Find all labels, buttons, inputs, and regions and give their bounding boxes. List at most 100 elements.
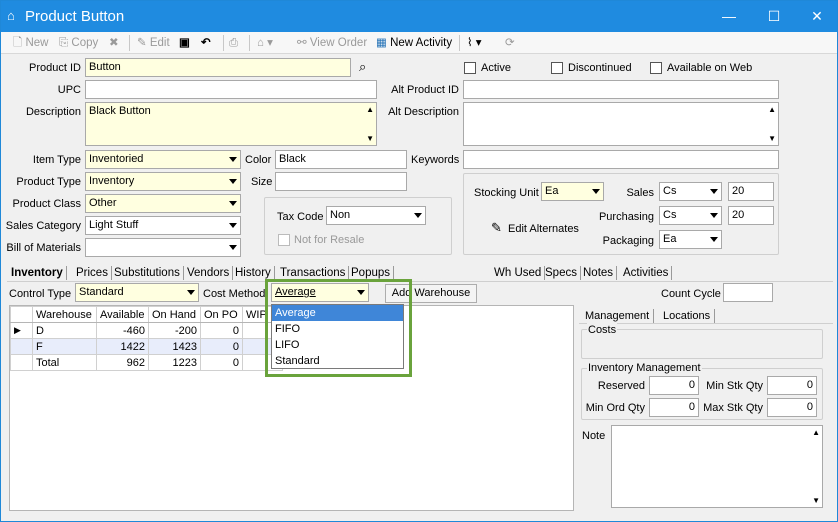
table-cell[interactable]: -460 (96, 322, 149, 339)
not-for-resale-checkbox[interactable] (278, 234, 290, 246)
purchasing-qty-input[interactable]: 20 (728, 206, 774, 225)
sales-unit-select[interactable]: Cs (659, 182, 722, 201)
product-class-select[interactable]: Other (85, 194, 241, 213)
table-cell[interactable]: 1223 (148, 354, 201, 371)
max-stk-qty-input[interactable]: 0 (767, 398, 817, 417)
sales-qty-input[interactable]: 20 (728, 182, 774, 201)
attachment-icon[interactable]: ⌇ ▾ (467, 35, 482, 51)
scroll-up-icon[interactable]: ▲ (366, 103, 374, 116)
maximize-button[interactable]: ☐ (754, 3, 794, 29)
description-input[interactable]: Black Button ▲ ▼ (85, 102, 377, 146)
note-label: Note (582, 430, 606, 442)
table-row[interactable]: F 1422 1423 0 0 (10, 338, 283, 355)
new-activity-button[interactable]: ▦ New Activity (376, 35, 452, 51)
window-title: Product Button (25, 8, 125, 25)
upc-input[interactable] (85, 80, 377, 99)
copy-button[interactable]: ⎘ Copy (59, 35, 98, 51)
product-class-label: Product Class (12, 198, 81, 210)
min-stk-qty-input[interactable]: 0 (767, 376, 817, 395)
print-icon[interactable]: ⎙ (229, 35, 238, 51)
scroll-down-icon[interactable]: ▼ (768, 132, 776, 145)
tab-history[interactable]: History (235, 266, 275, 280)
edit-alternates-link[interactable]: Edit Alternates (508, 222, 579, 236)
table-row[interactable]: Total 962 1223 0 0 (10, 354, 283, 371)
item-type-select[interactable]: Inventoried (85, 150, 241, 169)
available-on-web-checkbox[interactable] (650, 62, 662, 74)
active-label: Active (481, 62, 511, 74)
new-button[interactable]: 🗋 New (13, 35, 48, 51)
packaging-unit-select[interactable]: Ea (659, 230, 722, 249)
sales-category-label: Sales Category (5, 220, 81, 232)
tab-transactions[interactable]: Transactions (280, 266, 350, 280)
save-icon[interactable]: ▣ (179, 35, 190, 51)
stocking-unit-label: Stocking Unit (474, 187, 539, 199)
reserved-input[interactable]: 0 (649, 376, 699, 395)
column-header[interactable]: Available (96, 306, 149, 323)
table-cell[interactable]: Total (32, 354, 97, 371)
alt-product-id-label: Alt Product ID (391, 84, 459, 96)
table-cell[interactable]: F (32, 338, 97, 355)
tax-code-select[interactable]: Non (326, 206, 426, 225)
keywords-input[interactable] (463, 150, 779, 169)
tab-activities[interactable]: Activities (623, 266, 673, 280)
scroll-down-icon[interactable]: ▼ (812, 494, 820, 507)
note-textarea[interactable]: ▲ ▼ (611, 425, 823, 508)
max-stk-qty-label: Max Stk Qty (703, 402, 763, 414)
tab-management[interactable]: Management (585, 309, 655, 323)
size-input[interactable] (275, 172, 407, 191)
close-button[interactable]: ✕ (797, 3, 837, 29)
scroll-up-icon[interactable]: ▲ (812, 426, 820, 439)
alt-product-id-input[interactable] (463, 80, 779, 99)
tab-inventory[interactable]: Inventory (11, 266, 67, 280)
refresh-icon[interactable]: ⟳ (505, 35, 515, 51)
tab-notes[interactable]: Notes (583, 266, 618, 280)
tab-vendors[interactable]: Vendors (187, 266, 234, 280)
table-cell[interactable]: 1422 (96, 338, 149, 355)
purchasing-unit-select[interactable]: Cs (659, 206, 722, 225)
sales-category-select[interactable]: Light Stuff (85, 216, 241, 235)
tab-wh-used[interactable]: Wh Used (494, 266, 546, 280)
product-id-input[interactable]: Button (85, 58, 351, 77)
chevron-down-icon (187, 290, 195, 295)
undo-icon[interactable]: ↶ (201, 35, 211, 51)
alt-description-input[interactable]: ▲ ▼ (463, 102, 779, 146)
row-indicator-header (10, 306, 33, 323)
column-header[interactable]: On PO (200, 306, 243, 323)
column-header[interactable]: Warehouse (32, 306, 97, 323)
active-checkbox[interactable] (464, 62, 476, 74)
control-type-select[interactable]: Standard (75, 283, 199, 302)
min-ord-qty-input[interactable]: 0 (649, 398, 699, 417)
current-row-icon: ▶ (10, 322, 33, 339)
tag-dropdown-icon[interactable]: ⌂ ▾ (257, 35, 273, 51)
table-cell[interactable]: 962 (96, 354, 149, 371)
table-row[interactable]: ▶ D -460 -200 0 0 (10, 322, 283, 339)
tab-popups[interactable]: Popups (351, 266, 395, 280)
table-cell[interactable]: D (32, 322, 97, 339)
discontinued-checkbox[interactable] (551, 62, 563, 74)
not-for-resale-label: Not for Resale (294, 234, 365, 246)
search-icon[interactable]: ⌕ (359, 59, 366, 75)
toolbar-separator (129, 35, 130, 51)
column-header[interactable]: On Hand (148, 306, 201, 323)
min-stk-qty-label: Min Stk Qty (706, 380, 763, 392)
table-cell[interactable]: -200 (148, 322, 201, 339)
scroll-down-icon[interactable]: ▼ (366, 132, 374, 145)
edit-button[interactable]: ✎ Edit (137, 35, 170, 51)
delete-icon[interactable]: ✖ (109, 35, 119, 51)
tab-specs[interactable]: Specs (545, 266, 581, 280)
chevron-down-icon (710, 213, 718, 218)
bill-of-materials-select[interactable] (85, 238, 241, 257)
count-cycle-input[interactable] (723, 283, 773, 302)
table-cell[interactable]: 0 (200, 322, 243, 339)
scroll-up-icon[interactable]: ▲ (768, 103, 776, 116)
table-cell[interactable]: 0 (200, 354, 243, 371)
table-cell[interactable]: 1423 (148, 338, 201, 355)
minimize-button[interactable]: — (709, 3, 749, 29)
color-input[interactable]: Black (275, 150, 407, 169)
tab-prices[interactable]: Prices (76, 266, 112, 280)
tab-locations[interactable]: Locations (663, 309, 716, 323)
view-order-button[interactable]: ⚯ View Order (297, 35, 367, 51)
tab-substitutions[interactable]: Substitutions (114, 266, 184, 280)
table-cell[interactable]: 0 (200, 338, 243, 355)
product-type-select[interactable]: Inventory (85, 172, 241, 191)
